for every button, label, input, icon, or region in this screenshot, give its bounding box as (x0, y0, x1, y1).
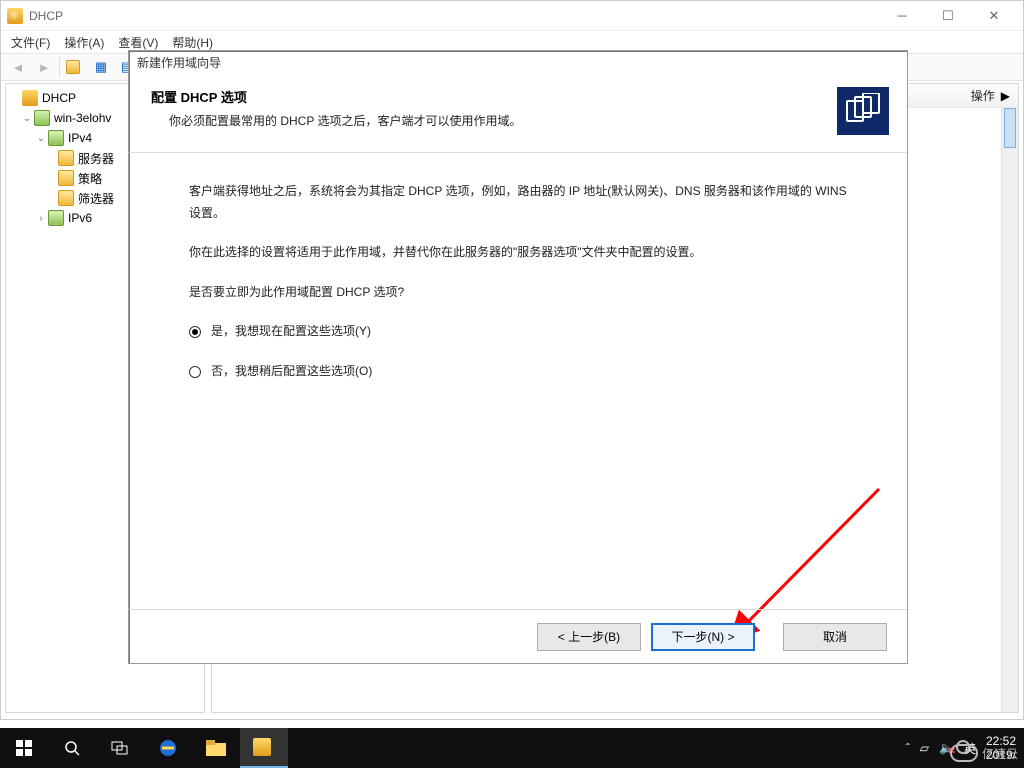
dhcp-app-icon (7, 8, 23, 24)
new-scope-wizard: 新建作用域向导 配置 DHCP 选项 你必须配置最常用的 DHCP 选项之后，客… (128, 50, 908, 664)
cloud-icon (950, 744, 978, 762)
dhcp-task-icon[interactable] (240, 728, 288, 768)
watermark: 亿速云 (950, 744, 1018, 762)
folder-icon (58, 170, 74, 186)
ie-icon[interactable] (144, 728, 192, 768)
window-title: DHCP (29, 9, 63, 23)
watermark-text: 亿速云 (982, 745, 1018, 762)
tree-server-options[interactable]: 服务器 (78, 150, 114, 167)
window-controls: ─ ☐ ✕ (879, 1, 1017, 31)
wizard-titlebar[interactable]: 新建作用域向导 (129, 51, 907, 73)
wizard-header: 配置 DHCP 选项 你必须配置最常用的 DHCP 选项之后，客户端才可以使用作… (129, 73, 907, 153)
tree-policies[interactable]: 策略 (78, 170, 102, 187)
folder-icon (58, 190, 74, 206)
actions-header-label[interactable]: 操作 (971, 87, 995, 104)
twisty-icon[interactable]: › (34, 213, 48, 224)
radio-yes-row[interactable]: 是，我想现在配置这些选项(Y) (189, 321, 857, 343)
wizard-question: 是否要立即为此作用域配置 DHCP 选项? (189, 282, 857, 304)
close-button[interactable]: ✕ (971, 1, 1017, 31)
wizard-body: 客户端获得地址之后，系统将会为其指定 DHCP 选项，例如，路由器的 IP 地址… (129, 153, 907, 383)
search-icon[interactable] (48, 728, 96, 768)
ipv6-icon (48, 210, 64, 226)
radio-yes[interactable] (189, 326, 201, 338)
server-icon (34, 110, 50, 126)
radio-yes-label: 是，我想现在配置这些选项(Y) (211, 321, 371, 343)
network-icon[interactable]: ▱ (920, 741, 929, 755)
tree-ipv6[interactable]: IPv6 (68, 211, 92, 225)
tree-ipv4[interactable]: IPv4 (68, 131, 92, 145)
wizard-title: 新建作用域向导 (137, 54, 221, 71)
ipv4-icon (48, 130, 64, 146)
tray-chevron-up-icon[interactable]: ˆ (906, 741, 910, 755)
back-button[interactable]: < 上一步(B) (537, 623, 641, 651)
tree-filters[interactable]: 筛选器 (78, 190, 114, 207)
dhcp-root-icon (22, 90, 38, 106)
taskbar: ˆ ▱ 🔈✖ 英 22:52 2019/ (0, 728, 1024, 768)
file-explorer-icon[interactable] (192, 728, 240, 768)
twisty-icon[interactable]: ⌄ (34, 133, 48, 144)
radio-no-label: 否，我想稍后配置这些选项(O) (211, 361, 372, 383)
folder-icon (58, 150, 74, 166)
cancel-button[interactable]: 取消 (783, 623, 887, 651)
start-button[interactable] (0, 728, 48, 768)
wizard-header-icon (837, 87, 889, 135)
minimize-button[interactable]: ─ (879, 1, 925, 31)
tree-server[interactable]: win-3elohv (54, 111, 111, 125)
radio-no[interactable] (189, 366, 201, 378)
forward-button[interactable]: ► (33, 56, 55, 78)
back-button[interactable]: ◄ (7, 56, 29, 78)
chevron-right-icon[interactable]: ▶ (1001, 89, 1010, 103)
wizard-header-subtitle: 你必须配置最常用的 DHCP 选项之后，客户端才可以使用作用域。 (151, 112, 521, 129)
radio-no-row[interactable]: 否，我想稍后配置这些选项(O) (189, 361, 857, 383)
scrollbar[interactable] (1001, 108, 1018, 712)
wizard-footer: < 上一步(B) 下一步(N) > 取消 (129, 609, 907, 663)
wizard-paragraph-2: 你在此选择的设置将适用于此作用域，并替代你在此服务器的"服务器选项"文件夹中配置… (189, 242, 857, 264)
next-button[interactable]: 下一步(N) > (651, 623, 755, 651)
scroll-thumb[interactable] (1004, 108, 1016, 148)
menu-help[interactable]: 帮助(H) (172, 34, 213, 51)
wizard-paragraph-1: 客户端获得地址之后，系统将会为其指定 DHCP 选项，例如，路由器的 IP 地址… (189, 181, 857, 224)
toolbar-properties-icon[interactable]: ▦ (90, 56, 112, 78)
menu-file[interactable]: 文件(F) (11, 34, 50, 51)
toolbar-folder-icon[interactable] (64, 56, 86, 78)
task-view-icon[interactable] (96, 728, 144, 768)
window-titlebar: DHCP ─ ☐ ✕ (1, 1, 1023, 31)
wizard-header-title: 配置 DHCP 选项 (151, 87, 521, 106)
twisty-icon[interactable]: ⌄ (20, 113, 34, 124)
menu-view[interactable]: 查看(V) (118, 34, 158, 51)
tree-root[interactable]: DHCP (42, 91, 76, 105)
maximize-button[interactable]: ☐ (925, 1, 971, 31)
menu-action[interactable]: 操作(A) (64, 34, 104, 51)
